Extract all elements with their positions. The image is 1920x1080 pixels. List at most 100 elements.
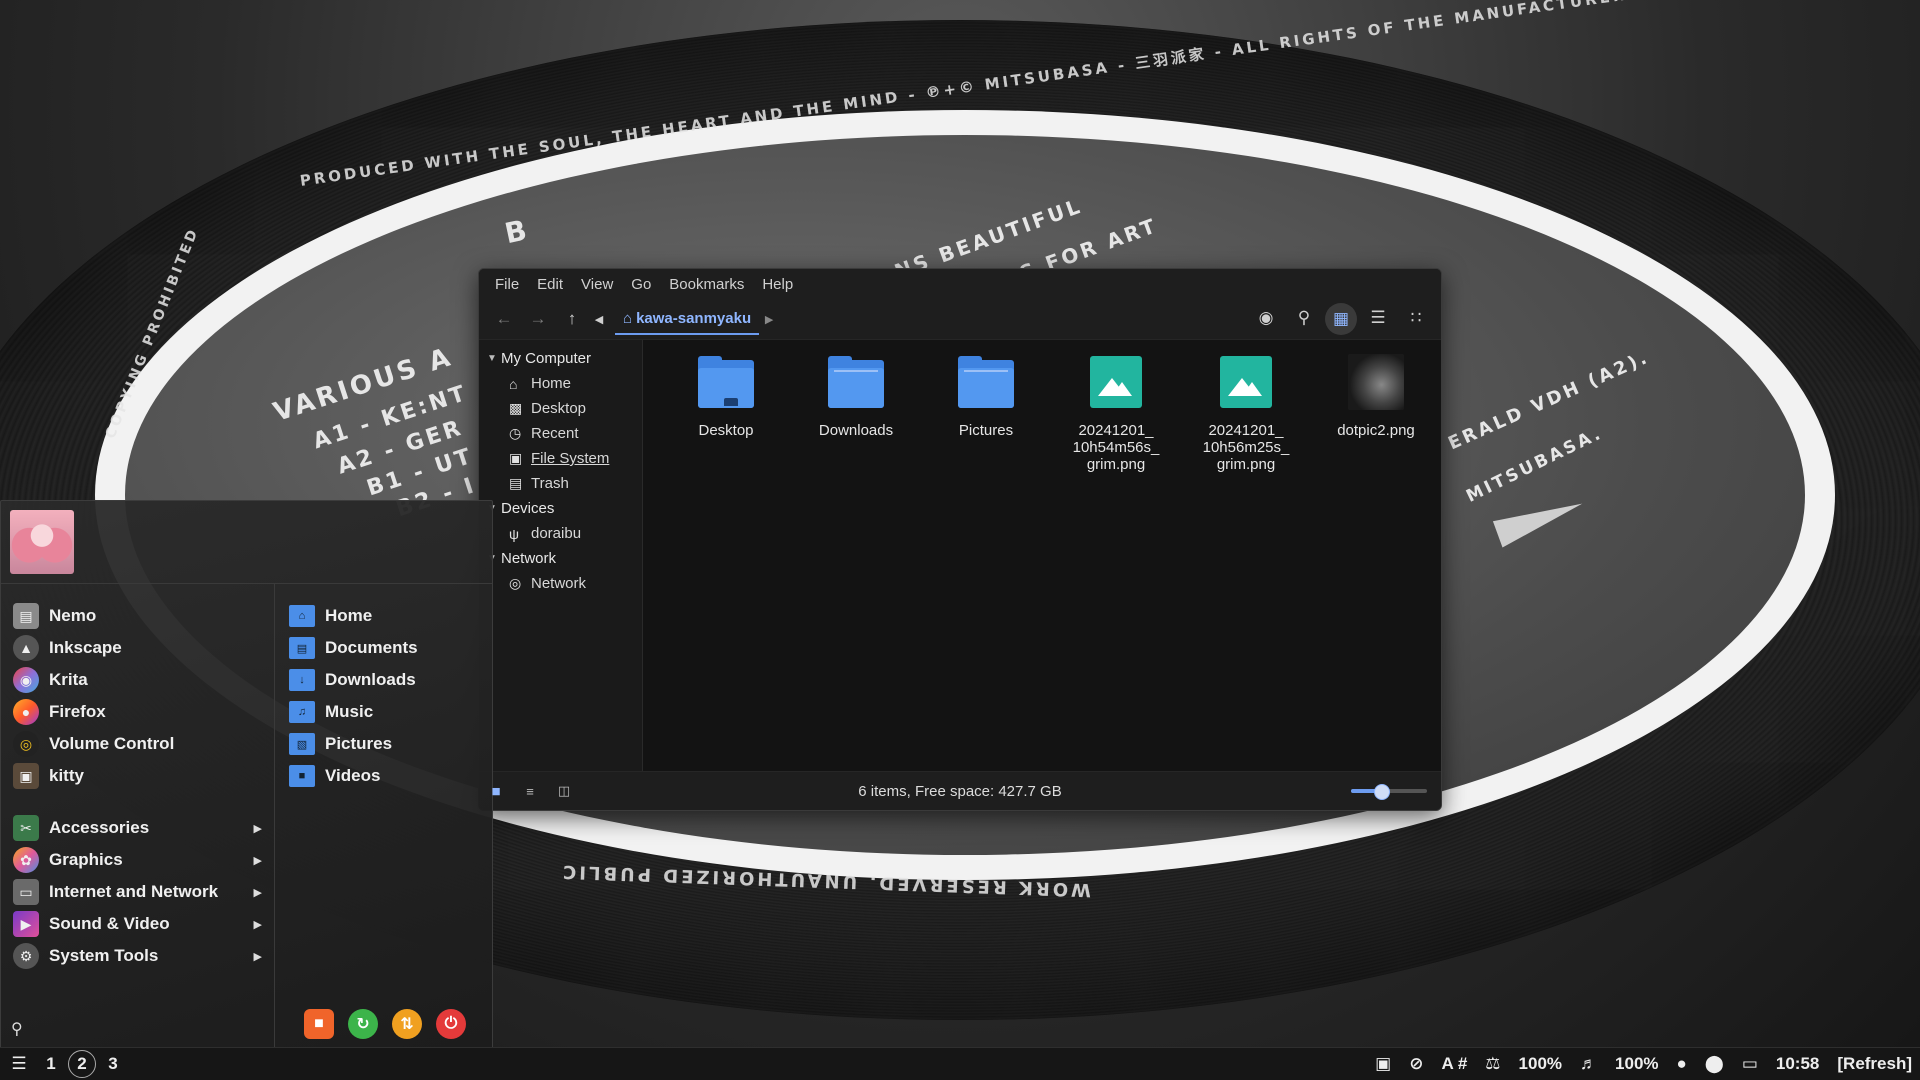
scale-icon[interactable]: ⚖	[1485, 1054, 1500, 1074]
menu-go[interactable]: Go	[623, 272, 659, 297]
app-kitty[interactable]: ▣ kitty	[1, 760, 274, 792]
refresh-button[interactable]: [Refresh]	[1837, 1054, 1912, 1074]
forward-arrow-icon[interactable]: →	[521, 304, 555, 334]
sidebar-item-label: Recent	[531, 425, 579, 442]
app-firefox[interactable]: ● Firefox	[1, 696, 274, 728]
menu-help[interactable]: Help	[754, 272, 801, 297]
avatar[interactable]	[10, 510, 74, 574]
section-my-computer[interactable]: ▼ My Computer	[479, 346, 642, 371]
sidebar-item-file-system[interactable]: ▣ File System	[479, 446, 642, 471]
record-dot-icon[interactable]: ⬤	[1705, 1054, 1724, 1074]
place-music[interactable]: ♫ Music	[275, 696, 492, 728]
menu-view[interactable]: View	[573, 272, 621, 297]
sidebar-item-trash[interactable]: ▤ Trash	[479, 471, 642, 496]
search-icon[interactable]: ⚲	[11, 1019, 23, 1039]
submenu-arrow-icon: ▶	[253, 886, 262, 899]
restart-icon[interactable]: ⇅	[392, 1009, 422, 1039]
file-item-desktop[interactable]: Desktop	[661, 354, 791, 439]
search-icon[interactable]: ⚲	[1287, 303, 1321, 333]
place-pictures[interactable]: ▧ Pictures	[275, 728, 492, 760]
power-icon[interactable]: ⏻	[436, 1009, 466, 1039]
file-item-downloads[interactable]: Downloads	[791, 354, 921, 439]
section-network[interactable]: ▼ Network	[479, 546, 642, 571]
microphone-icon[interactable]: ●	[1677, 1054, 1687, 1074]
place-videos[interactable]: ■ Videos	[275, 760, 492, 792]
zoom-slider[interactable]	[1351, 784, 1427, 800]
location-pin-icon[interactable]: ◉	[1249, 303, 1283, 333]
menu-edit[interactable]: Edit	[529, 272, 571, 297]
icon-view-icon[interactable]: ▦	[1325, 303, 1357, 335]
sidebar-item-desktop[interactable]: ▩ Desktop	[479, 396, 642, 421]
logout-icon[interactable]: ↻	[348, 1009, 378, 1039]
section-devices[interactable]: ▼ Devices	[479, 496, 642, 521]
menu-bookmarks[interactable]: Bookmarks	[661, 272, 752, 297]
breadcrumb-current[interactable]: ⌂ kawa-sanmyaku	[615, 303, 760, 335]
category-graphics[interactable]: ✿ Graphics ▶	[1, 844, 274, 876]
place-home[interactable]: ⌂ Home	[275, 600, 492, 632]
file-manager-window: File Edit View Go Bookmarks Help ← → ↑ ◀…	[478, 268, 1442, 811]
accessories-icon: ✂	[13, 815, 39, 841]
workspace-1[interactable]: 1	[36, 1050, 66, 1078]
submenu-arrow-icon: ▶	[253, 950, 262, 963]
place-label: Pictures	[325, 734, 393, 753]
app-nemo[interactable]: ▤ Nemo	[1, 600, 274, 632]
eye-off-icon[interactable]: ⊘	[1409, 1054, 1423, 1074]
folder-icon	[826, 354, 886, 414]
internet-icon: ▭	[13, 879, 39, 905]
file-item-image-1[interactable]: 20241201_ 10h54m56s_ grim.png	[1051, 354, 1181, 473]
crumb-right-icon[interactable]: ▶	[759, 304, 779, 334]
clock-icon: ◷	[509, 425, 522, 441]
places-toggle-icon[interactable]: ■	[479, 776, 513, 806]
place-downloads[interactable]: ↓ Downloads	[275, 664, 492, 696]
place-label: Music	[325, 702, 374, 721]
workspace-3[interactable]: 3	[98, 1050, 128, 1078]
app-volume-control[interactable]: ◎ Volume Control	[1, 728, 274, 760]
image-file-icon	[1086, 354, 1146, 414]
crumb-left-icon[interactable]: ◀	[589, 304, 609, 334]
menu-file[interactable]: File	[487, 272, 527, 297]
category-accessories[interactable]: ✂ Accessories ▶	[1, 812, 274, 844]
bottom-panel: ☰ 1 2 3 ▣ ⊘ A # ⚖ 100% ♬ 100% ● ⬤ ▭ 10:5…	[0, 1047, 1920, 1080]
sidebar-hide-icon[interactable]: ◫	[547, 776, 581, 806]
app-label: Inkscape	[49, 638, 122, 657]
menu-hamburger-icon[interactable]: ☰	[4, 1050, 34, 1078]
tree-toggle-icon[interactable]: ≡	[513, 776, 547, 806]
list-view-icon[interactable]: ☰	[1361, 303, 1395, 333]
compact-view-icon[interactable]: ∷	[1399, 303, 1433, 333]
firefox-icon: ●	[13, 699, 39, 725]
category-label: Sound & Video	[49, 914, 170, 933]
category-internet[interactable]: ▭ Internet and Network ▶	[1, 876, 274, 908]
sidebar-item-home[interactable]: ⌂ Home	[479, 371, 642, 396]
section-label: Network	[501, 550, 557, 567]
place-label: Videos	[325, 766, 381, 785]
sidebar-item-network[interactable]: ◎ Network	[479, 571, 642, 596]
app-inkscape[interactable]: ▲ Inkscape	[1, 632, 274, 664]
file-item-dotpic2[interactable]: dotpic2.png	[1311, 354, 1441, 439]
clock[interactable]: 10:58	[1776, 1054, 1819, 1074]
lock-icon[interactable]: ■	[304, 1009, 334, 1039]
file-item-pictures[interactable]: Pictures	[921, 354, 1051, 439]
globe-icon: ◎	[509, 575, 522, 591]
back-arrow-icon[interactable]: ←	[487, 304, 521, 334]
sidebar-item-label: Desktop	[531, 400, 587, 417]
category-system-tools[interactable]: ⚙ System Tools ▶	[1, 940, 274, 972]
keyboard-layout[interactable]: A #	[1441, 1054, 1467, 1074]
places-sidebar: ▼ My Computer ⌂ Home ▩ Desktop ◷ Recent …	[479, 340, 643, 772]
krita-icon: ◉	[13, 667, 39, 693]
sidebar-item-doraibu[interactable]: ψ doraibu	[479, 521, 642, 546]
file-label: 20241201_ 10h54m56s_ grim.png	[1072, 422, 1160, 473]
brightness-value[interactable]: 100%	[1519, 1054, 1562, 1074]
category-sound-video[interactable]: ▶ Sound & Video ▶	[1, 908, 274, 940]
battery-icon[interactable]: ▭	[1742, 1054, 1758, 1074]
app-krita[interactable]: ◉ Krita	[1, 664, 274, 696]
speaker-icon[interactable]: ♬	[1580, 1054, 1597, 1074]
window-icon[interactable]: ▣	[1375, 1054, 1391, 1074]
workspace-2[interactable]: 2	[68, 1050, 96, 1078]
volume-value[interactable]: 100%	[1615, 1054, 1658, 1074]
up-arrow-icon[interactable]: ↑	[555, 304, 589, 334]
pictures-folder-icon: ▧	[289, 733, 315, 755]
file-item-image-2[interactable]: 20241201_ 10h56m25s_ grim.png	[1181, 354, 1311, 473]
place-documents[interactable]: ▤ Documents	[275, 632, 492, 664]
folder-icon	[696, 354, 756, 414]
sidebar-item-recent[interactable]: ◷ Recent	[479, 421, 642, 446]
